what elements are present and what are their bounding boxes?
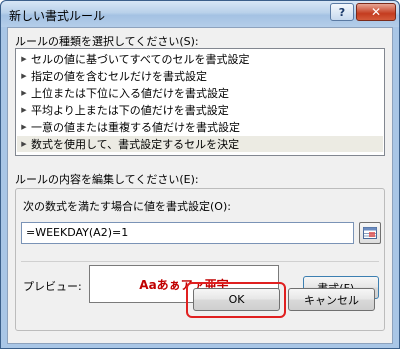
rule-type-item[interactable]: ▶ 平均より上または下の値だけを書式設定 [17, 102, 383, 118]
bullet-arrow-icon: ▶ [21, 72, 27, 80]
title-bar[interactable]: 新しい書式ルール ? ✕ [1, 1, 399, 27]
rule-type-item-label: セルの値に基づいてすべてのセルを書式設定 [31, 53, 250, 66]
cancel-button[interactable]: キャンセル [288, 288, 375, 311]
rule-type-item-label: 数式を使用して、書式設定するセルを決定 [31, 138, 240, 151]
formula-label: 次の数式を満たす場合に値を書式設定(O): [23, 200, 231, 213]
cancel-button-label: キャンセル [304, 293, 359, 307]
rule-type-item-label: 一意の値または重複する値だけを書式設定 [31, 121, 240, 134]
rule-type-item[interactable]: ▶ セルの値に基づいてすべてのセルを書式設定 [17, 51, 383, 67]
range-select-icon [363, 227, 377, 239]
bullet-arrow-icon: ▶ [21, 55, 27, 63]
new-format-rule-dialog: 新しい書式ルール ? ✕ ルールの種類を選択してください(S): ▶ セルの値に… [0, 0, 400, 349]
help-icon: ? [338, 5, 346, 19]
rule-type-list[interactable]: ▶ セルの値に基づいてすべてのセルを書式設定 ▶ 指定の値を含むセルだけを書式設… [15, 48, 385, 156]
divider [21, 261, 379, 262]
rule-type-label: ルールの種類を選択してください(S): [15, 35, 199, 48]
close-button[interactable]: ✕ [356, 3, 396, 21]
rule-type-item[interactable]: ▶ 一意の値または重複する値だけを書式設定 [17, 119, 383, 135]
rule-type-item[interactable]: ▶ 指定の値を含むセルだけを書式設定 [17, 68, 383, 84]
ok-highlight-annotation [186, 282, 286, 318]
rule-edit-label: ルールの内容を編集してください(E): [15, 173, 199, 186]
rule-type-item[interactable]: ▶ 上位または下位に入る値だけを書式設定 [17, 85, 383, 101]
dialog-title: 新しい書式ルール [9, 9, 106, 23]
close-icon: ✕ [370, 5, 382, 19]
rule-type-item-label: 平均より上または下の値だけを書式設定 [31, 104, 229, 117]
bullet-arrow-icon: ▶ [21, 123, 27, 131]
bullet-arrow-icon: ▶ [21, 106, 27, 114]
formula-input[interactable]: =WEEKDAY(A2)=1 [21, 222, 354, 244]
range-select-button[interactable] [359, 222, 381, 244]
rule-type-item-label: 上位または下位に入る値だけを書式設定 [31, 87, 229, 100]
bullet-arrow-icon: ▶ [21, 89, 27, 97]
bullet-arrow-icon: ▶ [21, 140, 27, 148]
rule-type-item-selected[interactable]: ▶ 数式を使用して、書式設定するセルを決定 [17, 136, 383, 152]
preview-label: プレビュー: [23, 280, 82, 293]
rule-type-item-label: 指定の値を含むセルだけを書式設定 [31, 70, 207, 83]
help-button[interactable]: ? [330, 3, 354, 21]
